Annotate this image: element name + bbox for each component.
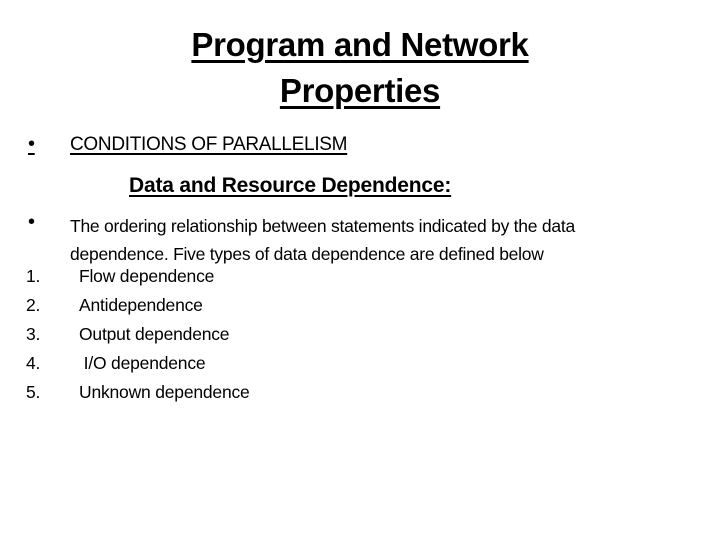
bullet-icon: • — [28, 211, 35, 233]
list-item-label: Antidependence — [79, 295, 203, 315]
list-item: 2. Antidependence — [26, 291, 250, 320]
bullet-icon: • — [28, 133, 35, 155]
list-item-number: 2. — [26, 295, 41, 315]
paragraph-line-1: The ordering relationship between statem… — [70, 216, 575, 236]
list-item-number: 1. — [26, 266, 41, 286]
list-item-label: Unknown dependence — [79, 382, 250, 402]
section-heading-row: • CONDITIONS OF PARALLELISM — [28, 133, 348, 156]
list-item-number: 3. — [26, 324, 41, 344]
list-item-number: 4. — [26, 353, 41, 373]
section-heading: CONDITIONS OF PARALLELISM — [70, 134, 348, 155]
subheading: Data and Resource Dependence: — [129, 174, 452, 197]
list-item-label: Flow dependence — [79, 266, 215, 286]
list-item: 3. Output dependence — [26, 320, 250, 349]
slide: Program and Network Properties • CONDITI… — [0, 0, 720, 540]
list-item-label: I/O dependence — [79, 353, 206, 373]
list-item: 5. Unknown dependence — [26, 378, 250, 407]
list-item-label: Output dependence — [79, 324, 230, 344]
description-paragraph: • The ordering relationship between stat… — [28, 212, 688, 268]
title-line-1: Program and Network — [191, 26, 529, 63]
title-line-2: Properties — [279, 72, 441, 109]
list-item-number: 5. — [26, 382, 41, 402]
list-item: 1. Flow dependence — [26, 262, 250, 291]
slide-title: Program and Network Properties — [0, 22, 720, 114]
dependence-types-list: 1. Flow dependence 2. Antidependence 3. … — [26, 262, 250, 407]
list-item: 4. I/O dependence — [26, 349, 250, 378]
